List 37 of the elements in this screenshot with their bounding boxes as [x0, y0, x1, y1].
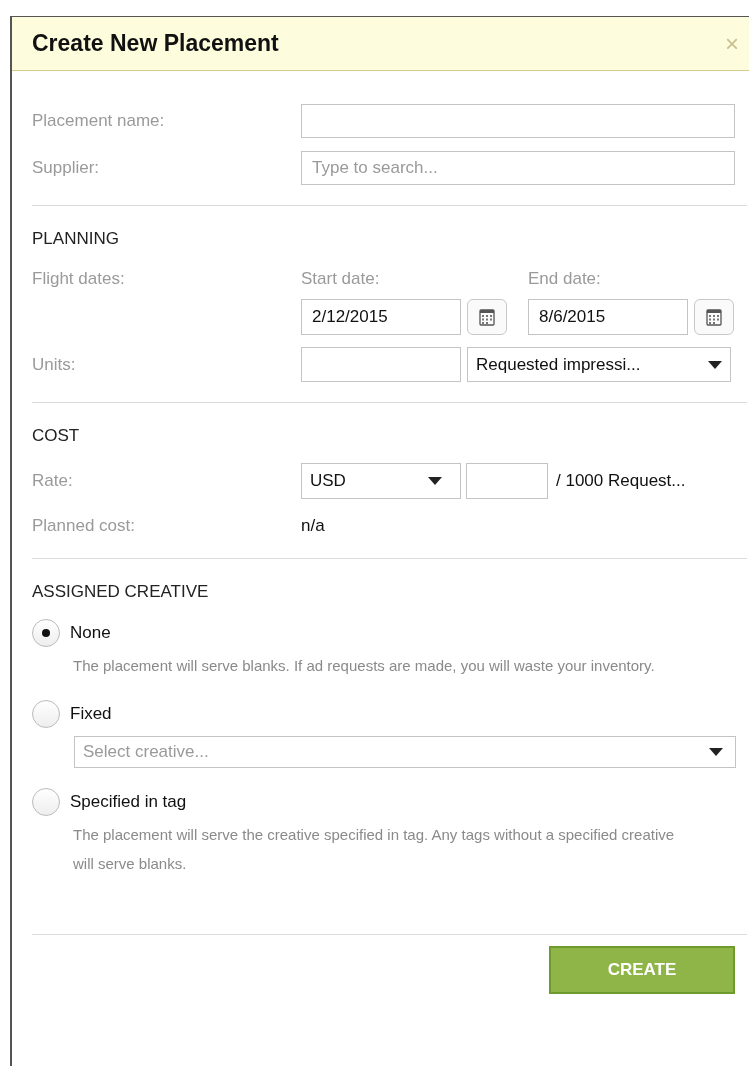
units-field[interactable] — [301, 347, 461, 382]
field-label: Units: — [32, 353, 77, 376]
field-label: Placement name: — [32, 110, 166, 133]
radio-option[interactable]: Specified in tag — [32, 787, 747, 816]
section-heading: PLANNING — [32, 228, 120, 250]
section-heading: COST — [32, 425, 81, 447]
dialog-title: Create New Placement — [32, 29, 279, 59]
radio-button[interactable] — [32, 787, 60, 816]
calendar-icon — [706, 308, 722, 326]
currency-select[interactable]: USD — [301, 462, 461, 499]
date-field[interactable]: 2/12/2015 — [301, 299, 461, 335]
caret-icon — [428, 476, 442, 485]
option-description: The placement will serve blanks. If ad requests are made, you will waste your inventory. — [73, 655, 656, 676]
radio-button[interactable] — [32, 618, 60, 647]
option-description: The placement will serve the creative specified in tag. Any tags without a specified creative will serve blanks. — [73, 824, 676, 874]
field-label: End date: — [528, 267, 601, 290]
field-label: Start date: — [301, 267, 381, 290]
field-label: Supplier: — [32, 157, 101, 180]
radio-option[interactable]: Fixed — [32, 699, 747, 728]
calendar-button[interactable] — [467, 299, 507, 335]
section-heading: ASSIGNED CREATIVE — [32, 581, 210, 603]
calendar-button[interactable] — [694, 299, 734, 335]
text-field[interactable]: Type to search... — [301, 151, 735, 185]
rate-field[interactable] — [466, 462, 548, 499]
rate-unit: / 1000 Request... — [556, 469, 686, 492]
date-field[interactable]: 8/6/2015 — [528, 299, 688, 335]
radio-option[interactable]: None — [32, 618, 747, 647]
field-label: Flight dates: — [32, 267, 126, 290]
units-select[interactable]: Requested impressi... — [467, 347, 731, 382]
caret-icon — [708, 360, 722, 369]
field-label: Planned cost: — [32, 514, 136, 537]
caret-icon — [709, 747, 723, 756]
planned-cost-value: n/a — [301, 514, 325, 537]
calendar-icon — [479, 308, 495, 326]
radio-button[interactable] — [32, 699, 60, 728]
field-label: Rate: — [32, 469, 74, 492]
text-field[interactable] — [301, 104, 735, 138]
